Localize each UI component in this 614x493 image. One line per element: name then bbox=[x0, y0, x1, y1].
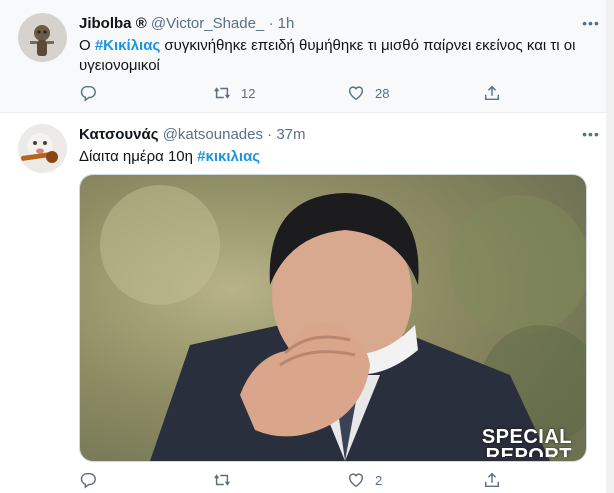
tweet-text-part: Δίαιτα ημέρα 10η bbox=[79, 148, 198, 165]
like-icon bbox=[348, 473, 364, 488]
reply-button[interactable] bbox=[79, 83, 107, 103]
share-icon bbox=[484, 85, 500, 101]
tweet-text: Ο #Κικίλιας συγκινήθηκε επειδή θυμήθηκε … bbox=[79, 36, 579, 76]
timestamp[interactable]: 37m bbox=[276, 126, 305, 143]
media-caption: SPECIAL REPORT bbox=[481, 426, 572, 457]
avatar[interactable] bbox=[18, 124, 67, 173]
tweet-media-gif[interactable]: SPECIAL REPORT bbox=[79, 174, 587, 462]
tweet-text: Δίαιτα ημέρα 10η #κικιλιας bbox=[79, 147, 579, 167]
more-icon[interactable]: ••• bbox=[576, 15, 606, 33]
tweet-actions: 12 28 bbox=[79, 83, 501, 103]
reply-icon bbox=[80, 472, 96, 489]
name-badge: ® bbox=[135, 15, 147, 32]
like-count: 2 bbox=[375, 472, 383, 488]
tweet-actions: 2 bbox=[79, 470, 501, 490]
like-button[interactable]: 28 bbox=[347, 83, 389, 103]
reply-button[interactable] bbox=[79, 470, 107, 490]
tweet-header: Κατσουνάς @katsounades · 37m bbox=[79, 126, 306, 144]
display-name[interactable]: Jibolba bbox=[79, 15, 132, 32]
share-button[interactable] bbox=[483, 470, 501, 490]
timestamp[interactable]: 1h bbox=[278, 15, 295, 32]
tweet-text-part: Ο bbox=[79, 37, 95, 54]
tweet[interactable]: Jibolba ® @Victor_Shade_ · 1h ••• Ο #Κικ… bbox=[0, 0, 606, 113]
hashtag-link[interactable]: #Κικίλιας bbox=[95, 37, 160, 54]
like-icon bbox=[348, 86, 364, 101]
display-name[interactable]: Κατσουνάς bbox=[79, 126, 159, 143]
more-icon[interactable]: ••• bbox=[576, 126, 606, 144]
retweet-button[interactable]: 12 bbox=[213, 83, 255, 103]
share-button[interactable] bbox=[483, 83, 501, 103]
share-icon bbox=[484, 472, 500, 488]
tweet[interactable]: Κατσουνάς @katsounades · 37m ••• Δίαιτα … bbox=[0, 113, 606, 493]
separator: · bbox=[267, 126, 273, 143]
media-caption-line: REPORT bbox=[482, 447, 572, 457]
retweet-count: 12 bbox=[241, 85, 256, 101]
avatar[interactable] bbox=[18, 13, 67, 62]
separator: · bbox=[268, 15, 274, 32]
hashtag-link[interactable]: #κικιλιας bbox=[197, 148, 260, 165]
media-caption-line: SPECIAL bbox=[481, 426, 572, 448]
retweet-icon bbox=[214, 87, 230, 99]
scrollbar[interactable] bbox=[606, 0, 614, 493]
like-button[interactable]: 2 bbox=[347, 470, 382, 490]
reply-icon bbox=[80, 85, 96, 102]
retweet-button[interactable] bbox=[213, 470, 241, 490]
retweet-icon bbox=[214, 474, 230, 486]
user-handle[interactable]: @katsounades bbox=[163, 126, 263, 143]
like-count: 28 bbox=[375, 85, 390, 101]
tweet-header: Jibolba ® @Victor_Shade_ · 1h bbox=[79, 15, 294, 33]
user-handle[interactable]: @Victor_Shade_ bbox=[151, 15, 264, 32]
